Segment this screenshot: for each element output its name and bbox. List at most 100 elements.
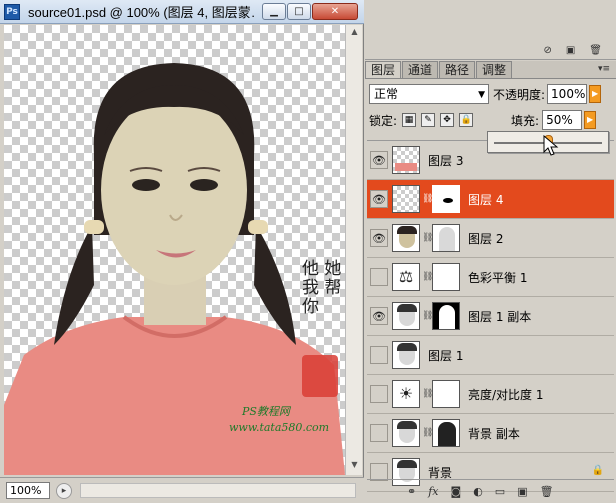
mask-icon[interactable]: ◙ [451,485,462,498]
layers-footer: ⚭ fx ◙ ◐ ▭ ▣ 🗑 [367,479,614,503]
no-symbol-icon[interactable]: ⊘ [543,45,551,56]
layer-name: 图层 2 [468,231,504,246]
layer-mask-thumbnail[interactable] [432,185,460,213]
new-layer-icon[interactable]: ▣ [517,485,527,498]
lock-all-icon[interactable]: 🔒 [459,113,474,127]
chain-link-icon[interactable]: ⛓ [422,428,433,438]
lock-transparency-icon[interactable]: ▦ [402,113,417,127]
image-canvas[interactable]: 他 她 我 帮 你 PS教程网 www.tata580.com [4,25,345,475]
chain-link-icon[interactable]: ⛓ [422,311,433,321]
layer-thumbnail[interactable] [392,146,420,174]
minimize-button[interactable]: ▁ [262,3,286,20]
layer-mask-thumbnail[interactable] [432,419,460,447]
layer-mask-thumbnail[interactable] [432,380,460,408]
opacity-input[interactable]: 100% [547,84,588,104]
layer-row[interactable]: 图层 1 [367,336,614,375]
visibility-toggle[interactable] [370,268,388,286]
lock-row: 锁定: ▦ ✎ ✥ 🔒 填充: 50% ▶ [369,109,614,131]
calligraphy-char: 我 [302,278,319,298]
zoom-field[interactable]: 100% [6,482,50,499]
fill-slider-toggle-icon[interactable]: ▶ [584,111,597,129]
layer-row[interactable]: 👁 ⛓ 图层 4 [367,180,614,219]
dropdown-arrow-icon: ▼ [478,90,485,100]
visibility-toggle[interactable] [370,424,388,442]
layer-thumbnail[interactable]: ⚖ [392,263,420,291]
document-window: Ps source01.psd @ 100% (图层 4, 图层蒙… ▁ □ ✕ [0,0,364,503]
panel-tabs: 图层 通道 路径 调整 ▾≡ [365,61,616,79]
blend-row: 正常 ▼ 不透明度: 100% ▶ [369,83,614,105]
girl-photo [4,63,345,475]
document-titlebar[interactable]: Ps source01.psd @ 100% (图层 4, 图层蒙… ▁ □ ✕ [0,0,364,24]
layer-name: 背景 [428,465,453,480]
layer-name: 背景 副本 [468,426,520,441]
layer-row[interactable]: ⚖ ⛓ 色彩平衡 1 [367,258,614,297]
layer-row[interactable]: ⛓ 背景 副本 [367,414,614,453]
visibility-toggle[interactable] [370,385,388,403]
calligraphy-char: 他 [302,259,319,279]
scroll-down-icon[interactable]: ▼ [348,460,361,473]
visibility-toggle[interactable] [370,346,388,364]
watermark-url: www.tata580.com [229,421,330,434]
lock-label: 锁定: [369,113,398,128]
lock-move-icon[interactable]: ✥ [440,113,455,127]
tab-adjustments[interactable]: 调整 [476,61,513,78]
link-icon[interactable]: ⚭ [407,485,416,498]
maximize-button[interactable]: □ [287,3,311,20]
adjustment-icon[interactable]: ◐ [473,485,483,498]
lock-icon: 🔒 [591,465,604,476]
eye-icon[interactable]: 👁 [370,151,388,169]
layer-thumbnail[interactable]: ☀ [392,380,420,408]
chain-link-icon[interactable]: ⛓ [422,194,433,204]
layer-thumbnail[interactable] [392,419,420,447]
tab-layers[interactable]: 图层 [365,61,402,78]
chain-link-icon[interactable]: ⛓ [422,389,433,399]
layer-row[interactable]: 👁 ⛓ 图层 1 副本 [367,297,614,336]
new-icon[interactable]: ▣ [566,45,575,56]
layer-thumbnail[interactable] [392,302,420,330]
chain-link-icon[interactable]: ⛓ [422,233,433,243]
calligraphy-char: 帮 [324,278,342,298]
chain-link-icon[interactable]: ⛓ [422,272,433,282]
layer-name: 图层 3 [428,153,464,168]
upper-panel: ⊘ ▣ 🗑 [365,0,616,60]
hair-tie-right [248,220,268,234]
layer-name: 图层 1 副本 [468,309,532,324]
blend-mode-value: 正常 [374,87,399,101]
layers-panel: 图层 通道 路径 调整 ▾≡ 正常 ▼ 不透明度: 100% ▶ 锁定: ▦ ✎… [365,61,616,503]
layer-mask-thumbnail[interactable] [432,302,460,330]
fx-icon[interactable]: fx [428,485,438,498]
vertical-scrollbar[interactable]: ▲ ▼ [345,25,362,475]
trash-icon[interactable]: 🗑 [540,485,554,498]
layer-thumbnail[interactable] [392,224,420,252]
layer-mask-thumbnail[interactable] [432,224,460,252]
group-icon[interactable]: ▭ [495,485,505,498]
eye-icon[interactable]: 👁 [370,307,388,325]
tab-paths[interactable]: 路径 [439,61,476,78]
layer-name: 亮度/对比度 1 [468,387,544,402]
layer-row[interactable]: ☀ ⛓ 亮度/对比度 1 [367,375,614,414]
eye-icon[interactable]: 👁 [370,229,388,247]
horizontal-scrollbar[interactable] [80,483,356,498]
layer-list: 👁 图层 3 👁 ⛓ 图层 4 👁 ⛓ 图层 2 ⚖ ⛓ 色彩平衡 1 👁 ⛓ 图层 1 副本 图层 1 ☀ ⛓… [367,140,614,492]
watermark-text: PS教程网 [242,405,290,418]
layer-thumbnail[interactable] [392,341,420,369]
layer-name: 色彩平衡 1 [468,270,528,285]
layer-thumbnail[interactable] [392,185,420,213]
layer-mask-thumbnail[interactable] [432,263,460,291]
fill-input[interactable]: 50% [542,110,583,130]
opacity-slider-toggle-icon[interactable]: ▶ [589,85,602,103]
scroll-up-icon[interactable]: ▲ [348,27,361,40]
mouse-cursor-icon [543,135,559,156]
layer-row[interactable]: 👁 ⛓ 图层 2 [367,219,614,258]
lock-brush-icon[interactable]: ✎ [421,113,436,127]
close-button[interactable]: ✕ [312,3,358,20]
calligraphy-char: 她 [324,259,342,279]
document-title: source01.psd @ 100% (图层 4, 图层蒙… [28,5,256,20]
blend-mode-select[interactable]: 正常 ▼ [369,84,489,104]
status-menu-icon[interactable]: ▸ [56,482,72,499]
eye-icon[interactable]: 👁 [370,190,388,208]
status-bar: 100% ▸ [0,477,364,503]
tab-channels[interactable]: 通道 [402,61,439,78]
trash-icon[interactable]: 🗑 [589,45,602,56]
panel-menu-icon[interactable]: ▾≡ [598,64,610,74]
